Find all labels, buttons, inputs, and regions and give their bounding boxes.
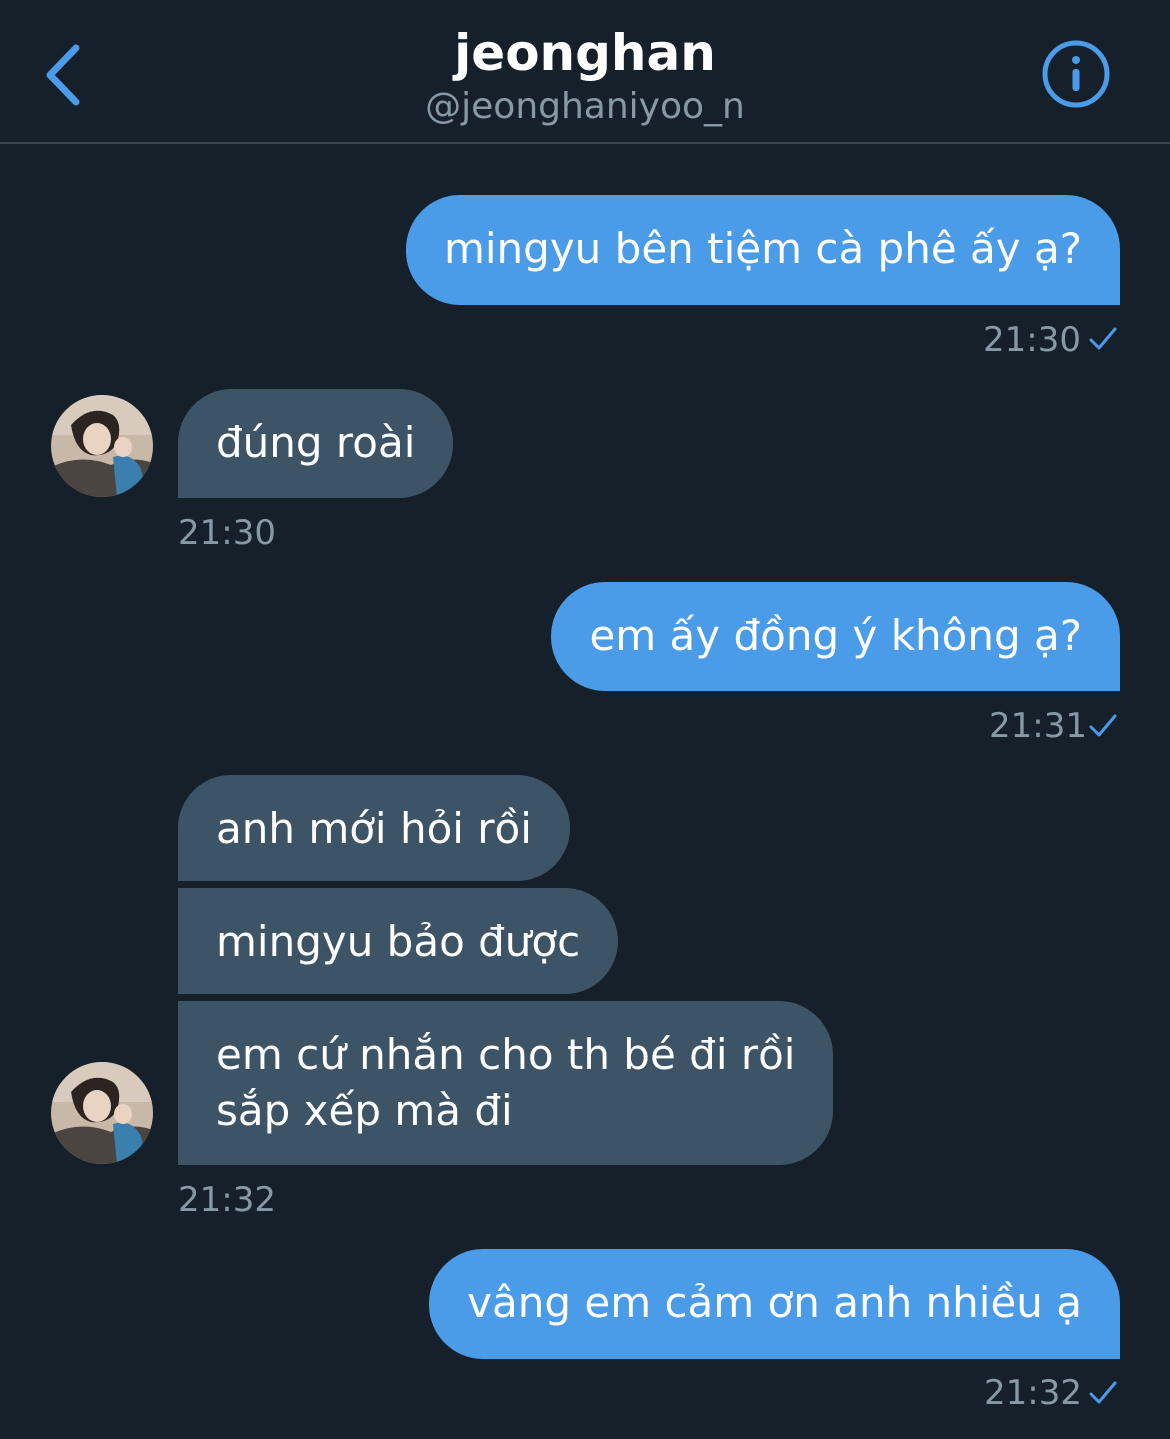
message-text: đúng roài	[216, 418, 416, 467]
info-circle-icon	[1042, 40, 1110, 108]
message-bubble-outgoing[interactable]: mingyu bên tiệm cà phê ấy ạ?	[405, 195, 1120, 305]
message-text: mingyu bảo được	[216, 917, 581, 966]
message-timestamp: 21:30	[983, 320, 1081, 360]
conversation-header: jeonghan @jeonghaniyoo_n	[0, 0, 1170, 144]
message-bubble-outgoing[interactable]: vâng em cảm ơn anh nhiều ạ	[429, 1249, 1120, 1359]
message-bubble-incoming[interactable]: đúng roài	[178, 389, 454, 498]
message-timestamp: 21:30	[178, 513, 276, 553]
dm-conversation-screen: jeonghan @jeonghaniyoo_n mingyu bên tiệm…	[0, 0, 1170, 1439]
message-bubble-incoming[interactable]: em cứ nhắn cho th bé đi rồi sắp xếp mà đ…	[178, 1001, 834, 1165]
message-timestamp: 21:32	[984, 1373, 1082, 1413]
message-text-line: em cứ nhắn cho th bé đi rồi	[216, 1030, 796, 1079]
profile-photo-icon	[51, 395, 153, 497]
checkmark-icon	[1089, 1381, 1117, 1404]
message-text: anh mới hỏi rồi	[216, 804, 532, 853]
message-text: mingyu bên tiệm cà phê ấy ạ?	[443, 224, 1082, 273]
checkmark-icon	[1089, 327, 1117, 350]
message-timestamp: 21:31	[989, 706, 1087, 746]
message-bubble-incoming[interactable]: mingyu bảo được	[178, 888, 619, 994]
message-timestamp: 21:32	[178, 1180, 276, 1220]
checkmark-icon	[1089, 714, 1117, 737]
message-text: em ấy đồng ý không ạ?	[589, 611, 1082, 660]
message-bubble-incoming[interactable]: anh mới hỏi rồi	[178, 775, 570, 881]
info-button[interactable]	[1040, 38, 1112, 110]
avatar[interactable]	[51, 395, 153, 497]
conversation-handle: @jeonghaniyoo_n	[425, 86, 745, 127]
profile-photo-icon	[51, 1062, 153, 1164]
message-bubble-outgoing[interactable]: em ấy đồng ý không ạ?	[551, 582, 1120, 691]
message-text: vâng em cảm ơn anh nhiều ạ	[467, 1278, 1082, 1327]
conversation-title-block[interactable]: jeonghan @jeonghaniyoo_n	[0, 22, 1170, 130]
avatar[interactable]	[51, 1062, 153, 1164]
message-text-line: sắp xếp mà đi	[216, 1086, 513, 1135]
conversation-title: jeonghan	[454, 24, 716, 82]
